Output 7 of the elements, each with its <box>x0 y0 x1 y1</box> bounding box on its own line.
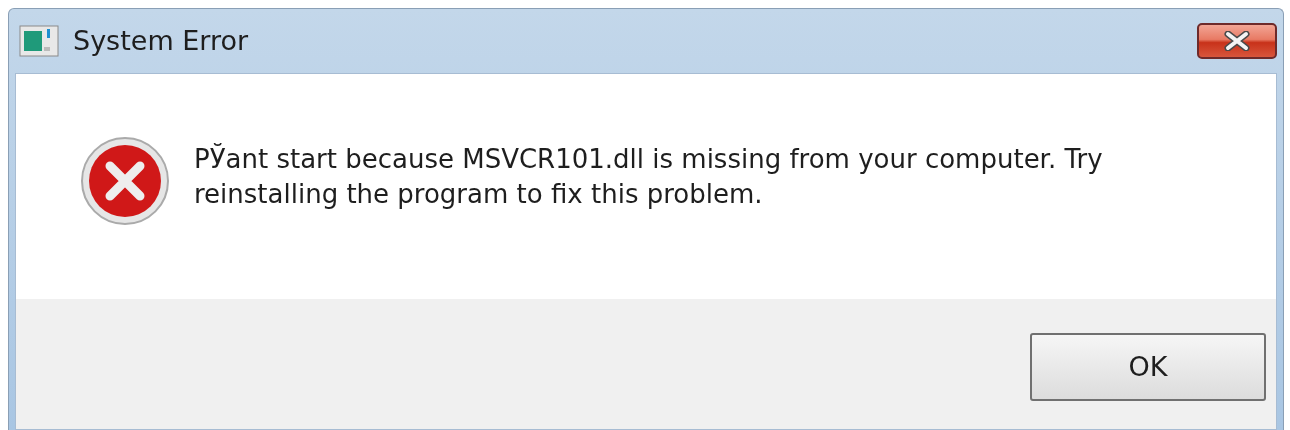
error-icon <box>80 136 170 226</box>
close-icon <box>1223 31 1251 51</box>
ok-button[interactable]: OK <box>1030 333 1266 401</box>
window-title: System Error <box>73 23 249 58</box>
error-message: РЎant start because MSVCR101.dll is missing from your computer. Try reinstalling the program to fix this problem. <box>194 142 1104 212</box>
app-icon <box>19 25 59 57</box>
close-button[interactable] <box>1197 23 1277 59</box>
